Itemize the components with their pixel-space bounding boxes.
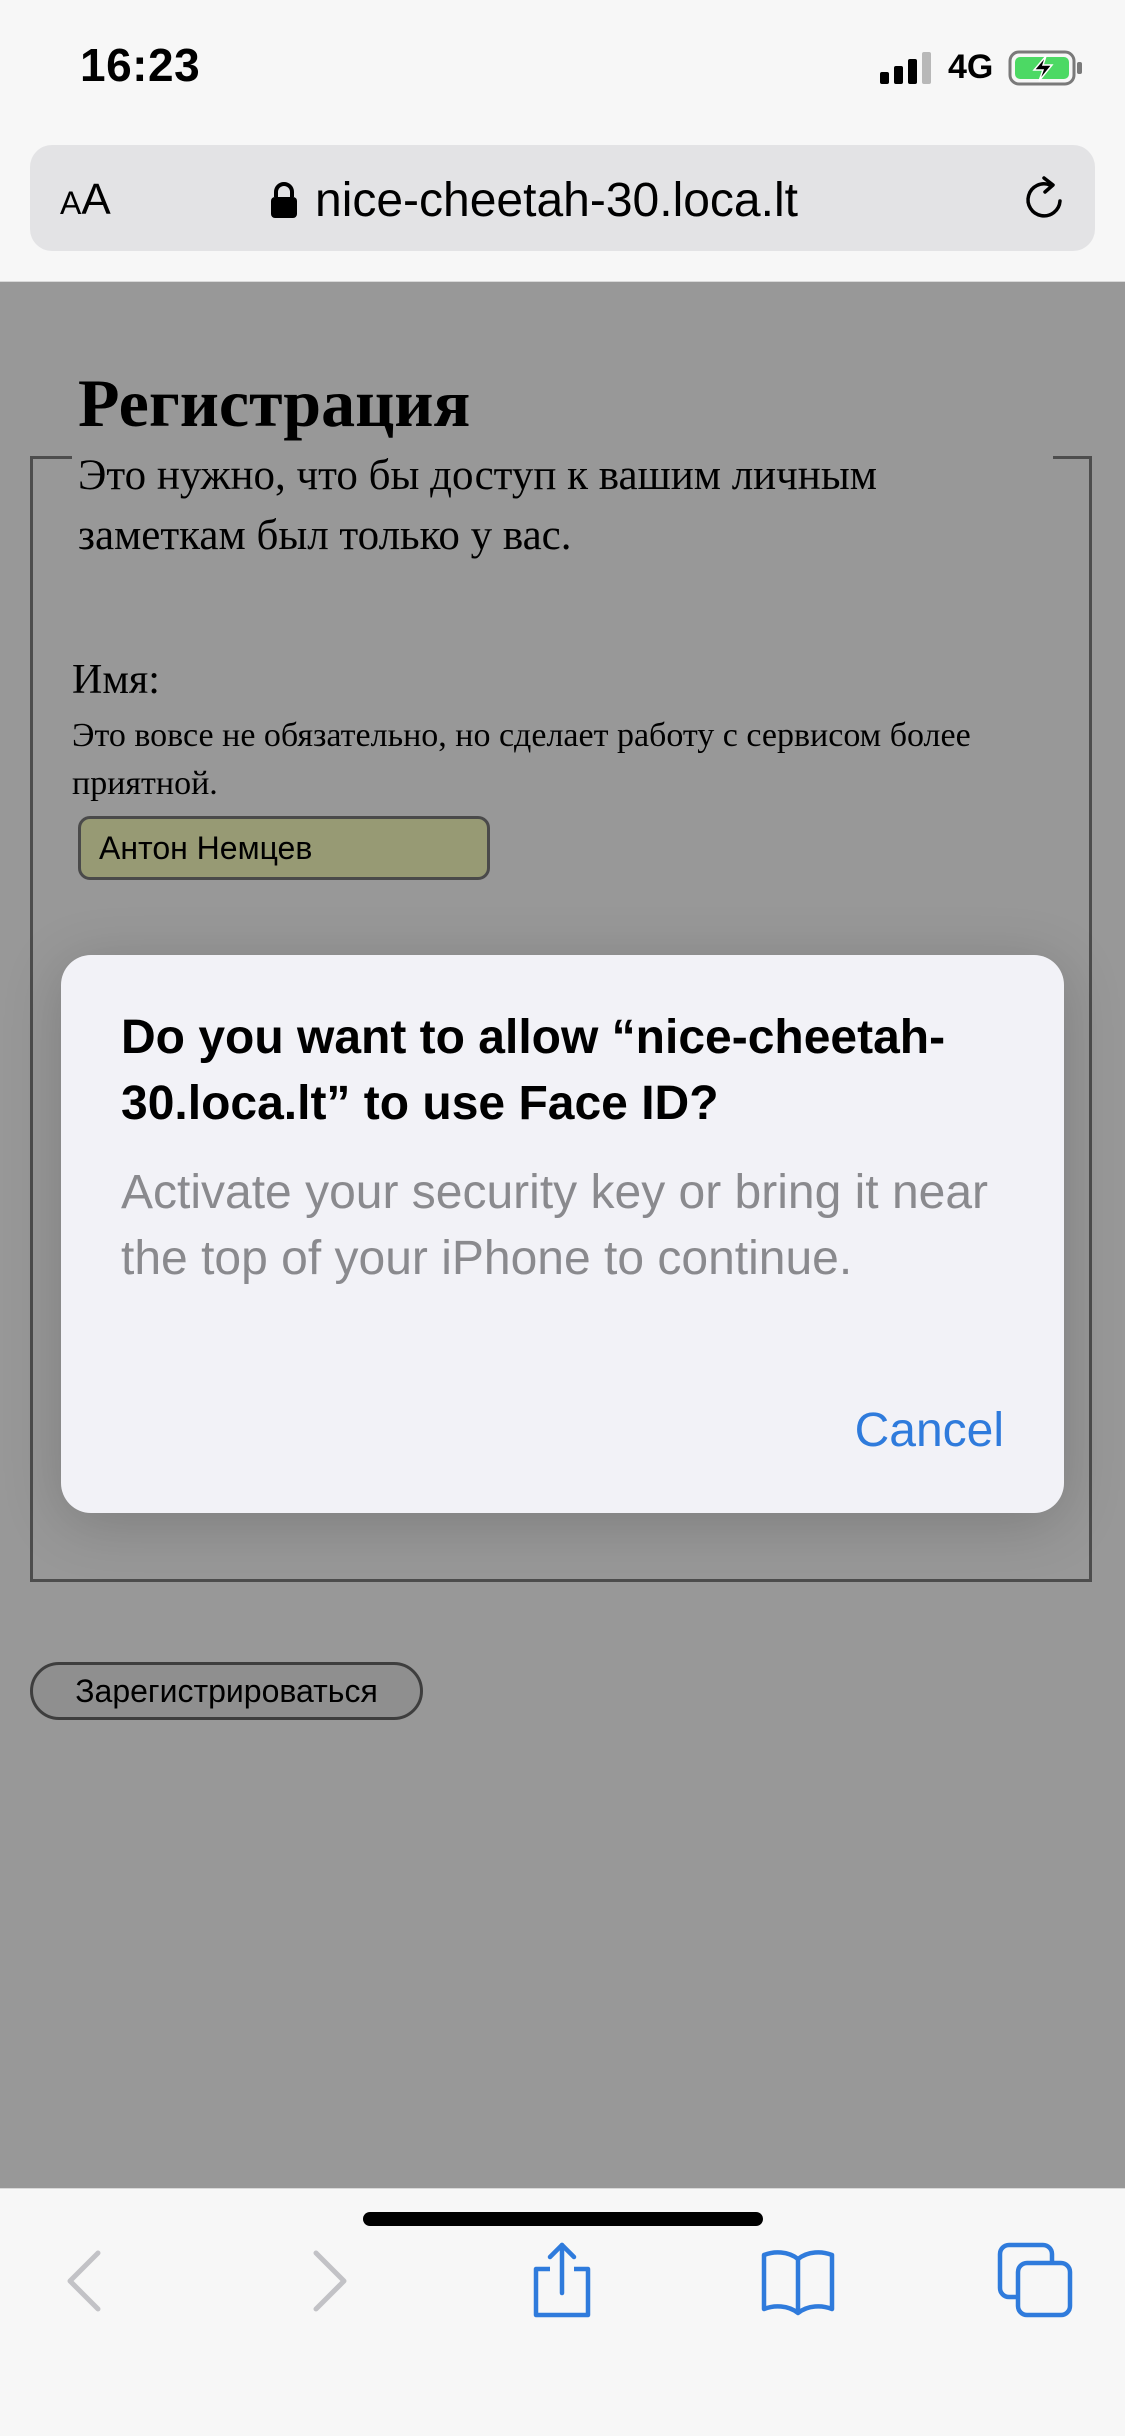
address-bar[interactable]: AA nice-cheetah-30.loca.lt — [30, 145, 1095, 251]
battery-icon — [1008, 50, 1082, 86]
tabs-icon[interactable] — [996, 2241, 1076, 2321]
status-bar: 16:23 4G — [0, 0, 1125, 135]
forward-icon[interactable] — [288, 2241, 368, 2321]
name-label: Имя: — [72, 657, 160, 703]
signal-icon — [880, 52, 931, 84]
lock-icon — [271, 182, 297, 218]
cancel-button[interactable]: Cancel — [855, 1403, 1004, 1458]
browser-toolbar — [0, 2188, 1125, 2436]
page-title: Регистрация — [78, 365, 471, 441]
dialog-message: Activate your security key or bring it n… — [121, 1166, 989, 1285]
dialog-title: Do you want to allow “nice-cheetah-30.lo… — [121, 1011, 946, 1130]
fieldset-border-left — [30, 456, 72, 459]
home-indicator — [363, 2212, 763, 2226]
face-id-dialog: Do you want to allow “nice-cheetah-30.lo… — [61, 955, 1064, 1513]
register-button[interactable]: Зарегистрироваться — [30, 1662, 423, 1720]
share-icon[interactable] — [522, 2241, 602, 2321]
name-input[interactable]: Антон Немцев — [78, 816, 490, 880]
url-text[interactable]: nice-cheetah-30.loca.lt — [315, 173, 798, 228]
back-icon[interactable] — [46, 2241, 126, 2321]
status-time: 16:23 — [80, 39, 201, 91]
browser-address-area: AA nice-cheetah-30.loca.lt — [0, 135, 1125, 282]
reload-icon[interactable] — [1020, 175, 1070, 225]
bookmarks-icon[interactable] — [758, 2241, 838, 2321]
network-type: 4G — [948, 48, 994, 86]
name-hint: Это вовсе не обязательно, но сделает раб… — [72, 717, 971, 802]
fieldset-legend: Это нужно, что бы доступ к вашим личным … — [78, 452, 877, 559]
fieldset-border-right — [1053, 456, 1092, 459]
reader-options-button[interactable]: AA — [60, 175, 111, 225]
